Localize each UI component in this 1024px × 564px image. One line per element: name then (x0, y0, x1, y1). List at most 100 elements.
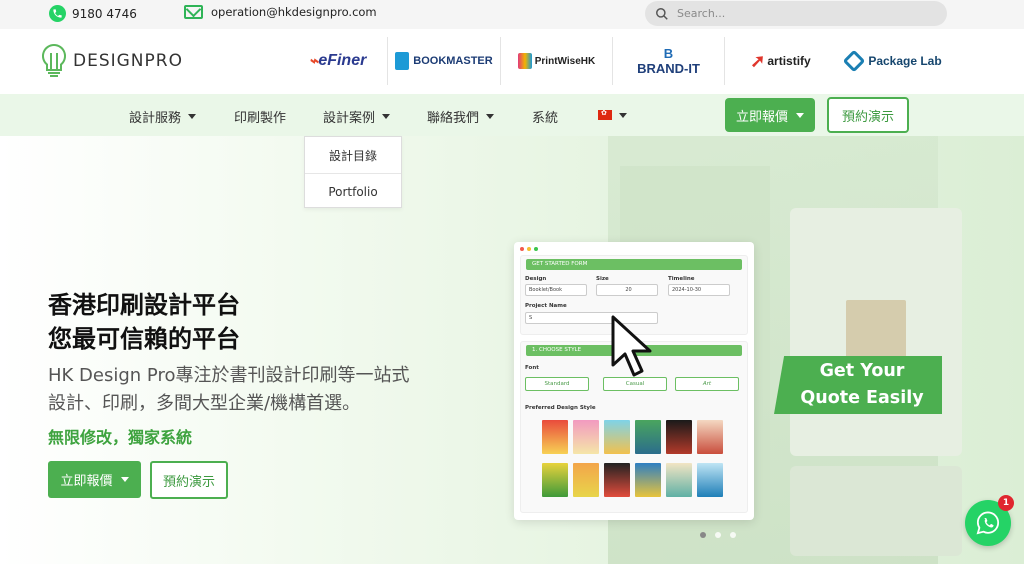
carousel-dots (700, 532, 736, 538)
hero-quote-button[interactable]: 立即報價 (48, 461, 141, 498)
brandit-icon: B (663, 45, 674, 61)
form-mockup-image: GET STARTED FORM Design Booklet/Book Siz… (514, 242, 754, 520)
search-input[interactable] (677, 7, 917, 20)
form-label: Project Name (525, 303, 567, 309)
partner-name: BOOKMASTER (413, 55, 493, 67)
hero-card-image (790, 466, 962, 556)
nav-demo-button[interactable]: 預約演示 (827, 97, 909, 133)
hero-demo-button[interactable]: 預約演示 (150, 461, 228, 499)
printwise-icon (517, 53, 532, 69)
font-option: Art (675, 377, 739, 391)
hero-section: 香港印刷設計平台 您最可信賴的平台 HK Design Pro專注於書刊設計印刷… (0, 136, 1024, 564)
caret-down-icon (188, 114, 197, 119)
partner-logo-brandit[interactable]: B BRAND-IT (612, 37, 724, 85)
button-label: 立即報價 (735, 109, 788, 125)
language-selector[interactable] (598, 109, 627, 120)
partner-name: eFiner (318, 52, 367, 69)
get-quote-banner: Get Your Quote Easily (774, 356, 942, 414)
mail-icon (184, 5, 203, 19)
partner-logo-bookmaster[interactable]: BOOKMASTER (387, 37, 500, 85)
hero-title: 香港印刷設計平台 您最可信賴的平台 (48, 288, 240, 356)
dropdown-item-portfolio[interactable]: Portfolio (305, 173, 401, 209)
notification-badge: 1 (998, 495, 1014, 511)
form-label: Timeline (668, 276, 695, 282)
carousel-dot[interactable] (730, 532, 736, 538)
hero-title-line: 香港印刷設計平台 (48, 291, 240, 319)
style-thumbnail (697, 420, 723, 454)
search-box[interactable] (645, 1, 947, 26)
hero-card-image (790, 208, 962, 456)
style-thumbnail (604, 463, 630, 497)
caret-down-icon (382, 114, 391, 119)
nav-label: 系統 (532, 111, 559, 126)
form-header: GET STARTED FORM (526, 259, 742, 270)
caret-down-icon (486, 114, 495, 119)
caret-down-icon (619, 112, 627, 118)
bookmaster-icon (395, 52, 410, 70)
partner-name: artistify (767, 54, 811, 68)
packagelab-icon (842, 49, 866, 73)
nav-item-contact[interactable]: 聯絡我們 (427, 107, 495, 126)
banner-line: Get Your (819, 361, 905, 381)
wood-block-image (846, 300, 906, 360)
font-option: Casual (603, 377, 667, 391)
artistify-icon: ➚ (750, 50, 766, 71)
main-nav: 設計服務 印刷製作 設計案例 聯絡我們 系統 立即報價 預約演示 (0, 94, 1024, 136)
banner-line: Quote Easily (800, 388, 924, 408)
partner-name: PrintWiseHK (534, 55, 596, 67)
nav-label: 設計案例 (323, 111, 376, 126)
button-label: 預約演示 (162, 474, 215, 490)
form-label: Preferred Design Style (525, 405, 596, 411)
partner-name: Package Lab (868, 54, 942, 68)
window-dots (520, 247, 538, 251)
form-field: Booklet/Book (525, 284, 587, 296)
style-thumbnail (666, 420, 692, 454)
caret-down-icon (120, 477, 129, 482)
button-label: 立即報價 (60, 474, 113, 489)
partner-logo-printwise[interactable]: PrintWiseHK (500, 37, 612, 85)
form-field: 20 (596, 284, 658, 296)
style-thumbnail (635, 463, 661, 497)
style-thumbnail (542, 420, 568, 454)
nav-item-system[interactable]: 系統 (532, 107, 558, 126)
nav-quote-button[interactable]: 立即報價 (725, 98, 815, 132)
nav-item-design-services[interactable]: 設計服務 (129, 107, 197, 126)
phone-number: 9180 4746 (72, 6, 137, 21)
lightbulb-logo-icon (42, 43, 66, 77)
email-contact[interactable]: operation@hkdesignpro.com (184, 5, 377, 19)
style-thumbnail (604, 420, 630, 454)
style-thumbnail (542, 463, 568, 497)
style-thumbnail (666, 463, 692, 497)
partner-name: BRAND-IT (637, 60, 700, 76)
site-header: DESIGNPRO ⌁ eFiner BOOKMASTER PrintWiseHK… (0, 29, 1024, 94)
top-bar: 9180 4746 operation@hkdesignpro.com (0, 0, 1024, 29)
button-label: 預約演示 (841, 109, 894, 125)
design-cases-dropdown: 設計目錄 Portfolio (304, 136, 402, 208)
form-label: Size (596, 276, 609, 282)
carousel-dot[interactable] (700, 532, 706, 538)
logo-text: DESIGNPRO (73, 51, 183, 71)
hero-subtitle: HK Design Pro專注於書刊設計印刷等一站式設計、印刷，多間大型企業/機… (48, 365, 410, 414)
partner-logo-artistify[interactable]: ➚ artistify (724, 37, 836, 85)
hero-title-line: 您最可信賴的平台 (48, 325, 240, 353)
logo[interactable]: DESIGNPRO (41, 43, 183, 79)
nav-item-printing[interactable]: 印刷製作 (234, 107, 286, 126)
partner-logo-efiner[interactable]: ⌁ eFiner (288, 37, 387, 85)
style-thumbnail (573, 463, 599, 497)
partner-logo-packagelab[interactable]: Package Lab (836, 37, 952, 85)
nav-label: 設計服務 (129, 111, 182, 126)
mouse-cursor-icon (611, 315, 652, 377)
style-thumbnail (697, 463, 723, 497)
nav-item-design-cases[interactable]: 設計案例 (323, 107, 391, 126)
style-thumbnail (573, 420, 599, 454)
form-field: 2024-10-30 (668, 284, 730, 296)
dropdown-item-catalog[interactable]: 設計目錄 (305, 137, 401, 173)
style-thumbnail (635, 420, 661, 454)
form-label: Font (525, 365, 539, 371)
hk-flag-icon (598, 109, 612, 120)
phone-contact[interactable]: 9180 4746 (49, 5, 137, 22)
nav-label: 印刷製作 (234, 111, 287, 126)
search-icon (656, 7, 668, 20)
nav-label: 聯絡我們 (427, 111, 480, 126)
carousel-dot[interactable] (715, 532, 721, 538)
